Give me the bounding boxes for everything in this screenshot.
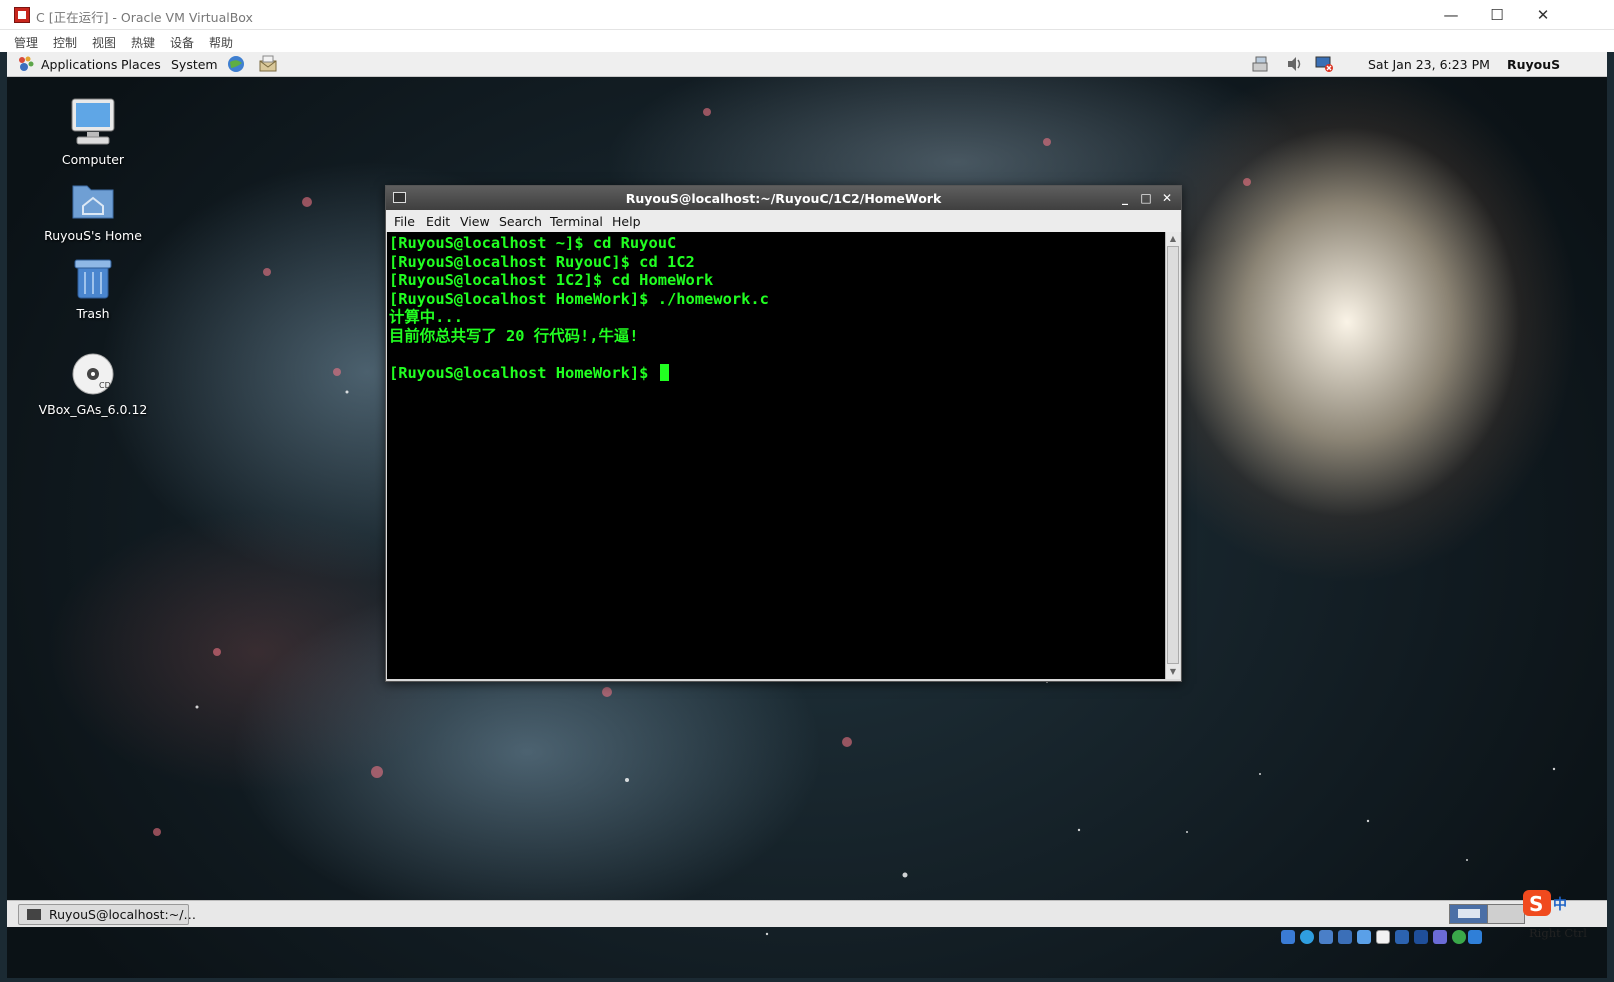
clock[interactable]: Sat Jan 23, 6:23 PM (1368, 57, 1490, 72)
svg-text:S: S (1529, 892, 1543, 916)
terminal-menu-view[interactable]: View (460, 214, 490, 229)
taskbar-label: RuyouS@localhost:~/… (49, 907, 196, 922)
host-menu-view[interactable]: 视图 (92, 34, 116, 51)
terminal-output[interactable]: [RuyouS@localhost ~]$ cd RuyouC [RuyouS@… (387, 232, 1165, 679)
usb-status-icon[interactable] (1357, 930, 1371, 944)
volume-icon[interactable] (1285, 55, 1305, 73)
desktop-icon-label: Computer (61, 152, 125, 167)
cd-icon: CD (72, 353, 114, 395)
system-menu[interactable]: System (171, 57, 218, 72)
shared-folders-status-icon[interactable] (1376, 930, 1390, 944)
applications-menu[interactable]: Applications (41, 57, 117, 72)
scroll-down-arrow-icon[interactable]: ▼ (1166, 665, 1180, 678)
optical-drive-status-icon[interactable] (1300, 930, 1314, 944)
hdd-status-icon[interactable] (1281, 930, 1295, 944)
host-menu-devices[interactable]: 设备 (170, 34, 194, 51)
terminal-menu-edit[interactable]: Edit (426, 214, 450, 229)
close-button[interactable]: ✕ (1520, 0, 1566, 30)
terminal-menu-help[interactable]: Help (612, 214, 641, 229)
svg-text:CD: CD (99, 381, 111, 390)
workspace-switcher[interactable] (1449, 904, 1525, 924)
host-window-title: C [正在运行] - Oracle VM VirtualBox (36, 10, 253, 25)
places-menu[interactable]: Places (121, 57, 161, 72)
keyboard-capture-status-icon[interactable] (1468, 930, 1482, 944)
terminal-line: [RuyouS@localhost HomeWork]$ ./homework.… (389, 289, 769, 308)
network-status-icon[interactable] (1338, 930, 1352, 944)
network-icon[interactable] (1251, 55, 1271, 73)
terminal-title: RuyouS@localhost:~/RuyouC/1C2/HomeWork (625, 191, 942, 206)
terminal-minimize-button[interactable]: _ (1116, 189, 1134, 207)
mail-client-icon[interactable] (258, 55, 278, 73)
terminal-close-button[interactable]: ✕ (1158, 189, 1176, 207)
virtualization-status-icon[interactable] (1433, 930, 1447, 944)
terminal-prompt-line: [RuyouS@localhost HomeWork]$ (389, 363, 1163, 383)
maximize-button[interactable]: ☐ (1474, 0, 1520, 30)
desktop-icon-home[interactable]: RuyouS's Home (33, 176, 153, 243)
terminal-menubar: File Edit View Search Terminal Help (386, 210, 1181, 232)
terminal-menu-terminal[interactable]: Terminal (550, 214, 603, 229)
guest-bottom-panel: RuyouS@localhost:~/… (7, 900, 1607, 927)
host-statusbar (0, 930, 1614, 954)
terminal-line: 计算中... (389, 308, 463, 326)
host-menu-control[interactable]: 控制 (53, 34, 77, 51)
scroll-up-arrow-icon[interactable]: ▲ (1166, 232, 1180, 245)
terminal-scrollbar[interactable]: ▲ ▼ (1165, 232, 1180, 679)
terminal-maximize-button[interactable]: □ (1137, 189, 1155, 207)
computer-icon (71, 98, 115, 145)
host-titlebar: C [正在运行] - Oracle VM VirtualBox — ☐ ✕ (0, 0, 1614, 30)
scrollbar-thumb[interactable] (1167, 246, 1179, 664)
desktop-icon-label: VBox_GAs_6.0.12 (38, 402, 148, 417)
virtualbox-icon (14, 7, 30, 23)
host-menu-manage[interactable]: 管理 (14, 34, 38, 51)
terminal-titlebar[interactable]: RuyouS@localhost:~/RuyouC/1C2/HomeWork _… (386, 186, 1181, 210)
guest-desktop[interactable]: Applications Places System Sat Jan 23, 6… (7, 52, 1607, 978)
display-status-icon[interactable] (1395, 930, 1409, 944)
recording-status-icon[interactable] (1414, 930, 1428, 944)
workspace-1[interactable] (1450, 905, 1488, 923)
desktop-icon-label: RuyouS's Home (44, 228, 142, 243)
web-browser-icon[interactable] (226, 55, 246, 73)
terminal-line: [RuyouS@localhost ~]$ cd RuyouC (389, 234, 677, 252)
host-menu-hotkey[interactable]: 热键 (131, 34, 155, 51)
trash-icon (74, 259, 112, 299)
gnome-foot-icon[interactable] (16, 55, 36, 73)
desktop-icon-label: Trash (76, 306, 110, 321)
terminal-prompt: [RuyouS@localhost HomeWork]$ (389, 363, 658, 382)
terminal-menu-search[interactable]: Search (499, 214, 542, 229)
taskbar-terminal-button[interactable]: RuyouS@localhost:~/… (18, 904, 196, 925)
terminal-window[interactable]: RuyouS@localhost:~/RuyouC/1C2/HomeWork _… (385, 185, 1182, 682)
desktop-icon-cd[interactable]: CD VBox_GAs_6.0.12 (33, 350, 153, 417)
desktop-icon-computer[interactable]: Computer (33, 96, 153, 167)
mouse-integration-status-icon[interactable] (1452, 930, 1466, 944)
terminal-line: [RuyouS@localhost 1C2]$ cd HomeWork (389, 271, 714, 289)
desktop-icon-trash[interactable]: Trash (33, 254, 153, 321)
audio-status-icon[interactable] (1319, 930, 1333, 944)
terminal-line: 目前你总共写了 20 行代码!,牛逼! (389, 326, 639, 345)
terminal-cursor (659, 363, 669, 381)
host-key-label: Right Ctrl (1529, 926, 1587, 940)
minimize-button[interactable]: — (1428, 0, 1474, 30)
terminal-menu-file[interactable]: File (394, 214, 415, 229)
ime-mode-label[interactable]: 中 (1553, 894, 1567, 914)
home-folder-icon (72, 185, 114, 219)
guest-top-panel: Applications Places System Sat Jan 23, 6… (7, 52, 1607, 77)
terminal-line: [RuyouS@localhost RuyouC]$ cd 1C2 (389, 252, 695, 271)
terminal-icon (27, 909, 41, 920)
user-name[interactable]: RuyouS (1507, 57, 1560, 72)
host-menubar: 管理 控制 视图 热键 设备 帮助 (0, 30, 1614, 52)
host-menu-help[interactable]: 帮助 (209, 34, 233, 51)
network-disconnected-icon[interactable] (1314, 55, 1334, 73)
